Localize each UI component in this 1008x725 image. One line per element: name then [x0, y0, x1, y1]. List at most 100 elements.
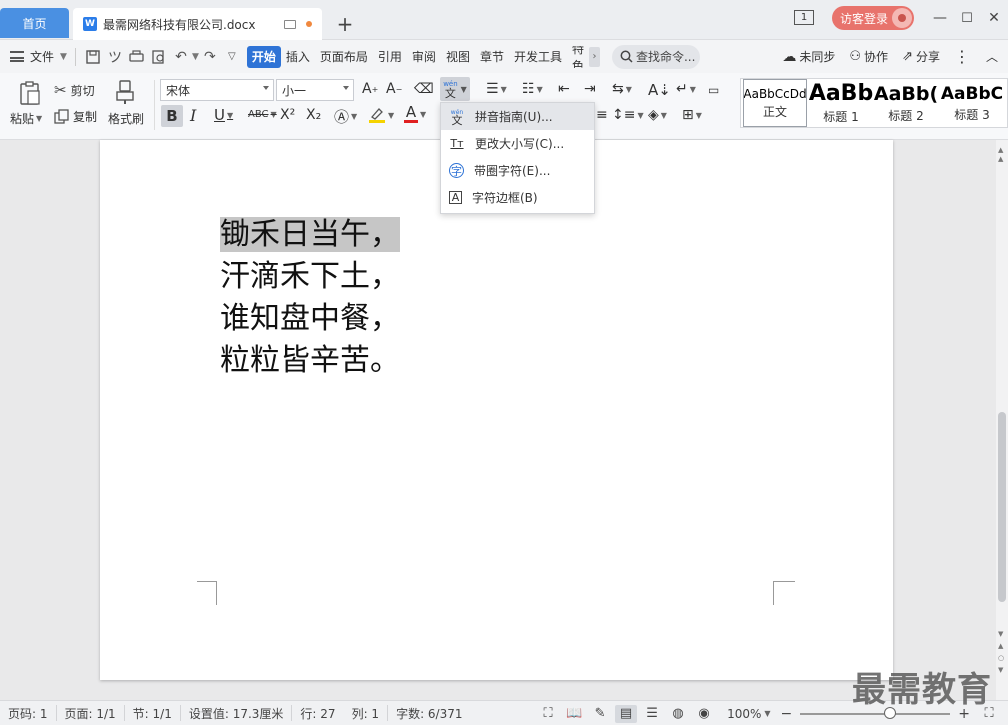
status-page[interactable]: 页码: 1 [0, 705, 57, 721]
style-normal[interactable]: AaBbCcDd 正文 [743, 79, 807, 127]
page-view-icon[interactable]: ▤ [615, 704, 638, 723]
collaborate-button[interactable]: ⚇ 协作 [849, 48, 888, 65]
status-pages[interactable]: 页面: 1/1 [57, 705, 125, 721]
sync-button[interactable]: ☁ 未同步 [782, 48, 835, 65]
paste-icon[interactable] [10, 80, 50, 106]
new-tab-button[interactable]: + [333, 12, 357, 36]
print-icon[interactable] [126, 46, 148, 68]
paste-button[interactable]: 粘贴 ▼ [10, 110, 42, 127]
status-section[interactable]: 节: 1/1 [125, 705, 181, 721]
export-pdf-icon[interactable]: ツ [104, 46, 126, 68]
highlight-color-icon[interactable]: ▼ [368, 106, 394, 124]
poem-line[interactable]: 汗滴禾下土， [220, 256, 400, 298]
outline-view-icon[interactable]: ☰ [641, 705, 663, 723]
tab-developer[interactable]: 开发工具 [509, 46, 567, 68]
pinyin-guide-item[interactable]: wén 文 拼音指南(U)... [441, 103, 594, 130]
character-border-item[interactable]: A 字符边框(B) [441, 184, 594, 211]
tab-review[interactable]: 审阅 [407, 46, 441, 68]
tab-home[interactable]: 首页 [0, 8, 69, 38]
poem-line[interactable]: 粒粒皆辛苦。 [220, 340, 400, 382]
tab-page-layout[interactable]: 页面布局 [315, 46, 373, 68]
superscript-button[interactable]: X² [280, 107, 295, 123]
font-name-select[interactable]: 宋体 [160, 79, 274, 101]
status-column[interactable]: 列: 1 [344, 705, 389, 721]
more-options-icon[interactable]: ⋮ [954, 47, 970, 66]
clear-format-icon[interactable]: ⌫ [414, 81, 434, 97]
enclose-characters-item[interactable]: 字 带圈字符(E)... [441, 157, 594, 184]
decrease-font-icon[interactable]: A − [386, 81, 402, 97]
print-preview-icon[interactable] [148, 46, 170, 68]
style-heading-1[interactable]: AaBb 标题 1 [809, 79, 873, 127]
tab-references[interactable]: 引用 [373, 46, 407, 68]
distributed-align-icon[interactable]: ≡ [596, 107, 608, 123]
window-count-badge[interactable]: 1 [794, 10, 814, 25]
font-color-icon[interactable]: A [404, 105, 418, 123]
maximize-button[interactable]: ☐ [955, 6, 979, 30]
text-effect-icon[interactable]: Ⓐ ▼ [334, 106, 357, 127]
zoom-slider[interactable] [800, 706, 951, 719]
undo-icon[interactable]: ↶ [170, 46, 192, 68]
style-heading-3[interactable]: AaBbC 标题 3 [939, 79, 1005, 127]
tab-special[interactable]: 特色 [567, 46, 589, 68]
tab-view[interactable]: 视图 [441, 46, 475, 68]
numbered-list-icon[interactable]: ☷ ▼ [522, 81, 543, 97]
chevron-down-icon[interactable]: ▼ [420, 110, 426, 119]
file-menu[interactable]: 文件 ▼ [10, 48, 67, 65]
increase-font-icon[interactable]: A + [362, 81, 378, 97]
scroll-down-icon[interactable]: ▼ ▲ ○ ▼ [998, 628, 1004, 676]
poem-line-selected[interactable]: 锄禾日当午， [220, 214, 400, 256]
fullscreen-icon[interactable]: ⛶ [537, 705, 559, 723]
save-icon[interactable] [82, 46, 104, 68]
redo-icon[interactable]: ↷ [199, 46, 221, 68]
sort-icon[interactable]: A⇣ [648, 81, 671, 99]
document-page[interactable] [100, 140, 893, 680]
font-size-select[interactable]: 小一 [276, 79, 354, 101]
document-text[interactable]: 锄禾日当午， 汗滴禾下土， 谁知盘中餐， 粒粒皆辛苦。 [220, 214, 400, 382]
eye-protection-icon[interactable]: ◉ [693, 705, 715, 723]
cut-button[interactable]: ✂ 剪切 [54, 81, 95, 99]
status-word-count[interactable]: 字数: 6/371 [388, 705, 470, 721]
write-mode-icon[interactable]: ✎ [589, 705, 611, 723]
format-painter-icon[interactable] [114, 80, 138, 104]
zoom-out-button[interactable]: − [781, 706, 793, 722]
share-button[interactable]: ⇗ 分享 [902, 48, 940, 65]
status-setting[interactable]: 设置值: 17.3厘米 [181, 705, 293, 721]
line-spacing-icon[interactable]: ↕≡ ▼ [612, 107, 644, 123]
tab-section[interactable]: 章节 [475, 46, 509, 68]
table-icon[interactable]: ▭ [708, 83, 719, 97]
command-search-input[interactable]: 查找命令... [611, 44, 700, 69]
scrollbar-thumb[interactable] [998, 412, 1006, 602]
pinyin-guide-button[interactable]: wén 文 ▼ [440, 77, 470, 101]
bold-button[interactable]: B [161, 105, 183, 127]
border-icon[interactable]: ⊞ ▼ [682, 107, 702, 123]
read-mode-icon[interactable]: 📖 [563, 705, 585, 723]
italic-button[interactable]: I [190, 106, 196, 125]
customize-quick-access-icon[interactable]: ▽ [221, 46, 243, 68]
format-painter-button[interactable]: 格式刷 [108, 110, 144, 127]
tab-insert[interactable]: 插入 [281, 46, 315, 68]
chinese-layout-icon[interactable]: ⇆ ▼ [612, 81, 632, 97]
change-case-item[interactable]: Tт 更改大小写(C)... [441, 130, 594, 157]
poem-line[interactable]: 谁知盘中餐， [220, 298, 400, 340]
decrease-indent-icon[interactable]: ⇤ [558, 81, 570, 97]
tab-document[interactable]: W 最需网络科技有限公司.docx [73, 8, 322, 40]
zoom-level[interactable]: 100% [727, 707, 761, 721]
shading-icon[interactable]: ◈ ▼ [648, 107, 667, 123]
underline-button[interactable]: U ▼ [214, 106, 233, 124]
minimize-button[interactable]: — [928, 6, 952, 30]
strikethrough-button[interactable]: ABC ▼ [248, 109, 277, 120]
visitor-login-button[interactable]: 访客登录 [832, 6, 914, 30]
monitor-icon[interactable] [284, 19, 296, 29]
collapse-ribbon-icon[interactable]: ︿ [986, 48, 998, 65]
web-view-icon[interactable]: ◍ [667, 705, 689, 723]
tab-home-ribbon[interactable]: 开始 [246, 45, 281, 68]
scroll-up-icon[interactable]: ▲ ▲ [998, 146, 1003, 164]
copy-button[interactable]: 复制 [54, 108, 97, 125]
chevron-down-icon[interactable]: ▼ [192, 52, 199, 62]
increase-indent-icon[interactable]: ⇥ [584, 81, 596, 97]
close-button[interactable]: ✕ [982, 6, 1006, 30]
show-hide-marks-icon[interactable]: ↵ ▼ [676, 81, 696, 97]
bullet-list-icon[interactable]: ☰ ▼ [486, 81, 507, 97]
status-row[interactable]: 行: 27 [292, 705, 343, 721]
vertical-scrollbar[interactable]: ▲ ▲ ▼ ▲ ○ ▼ [996, 140, 1008, 700]
